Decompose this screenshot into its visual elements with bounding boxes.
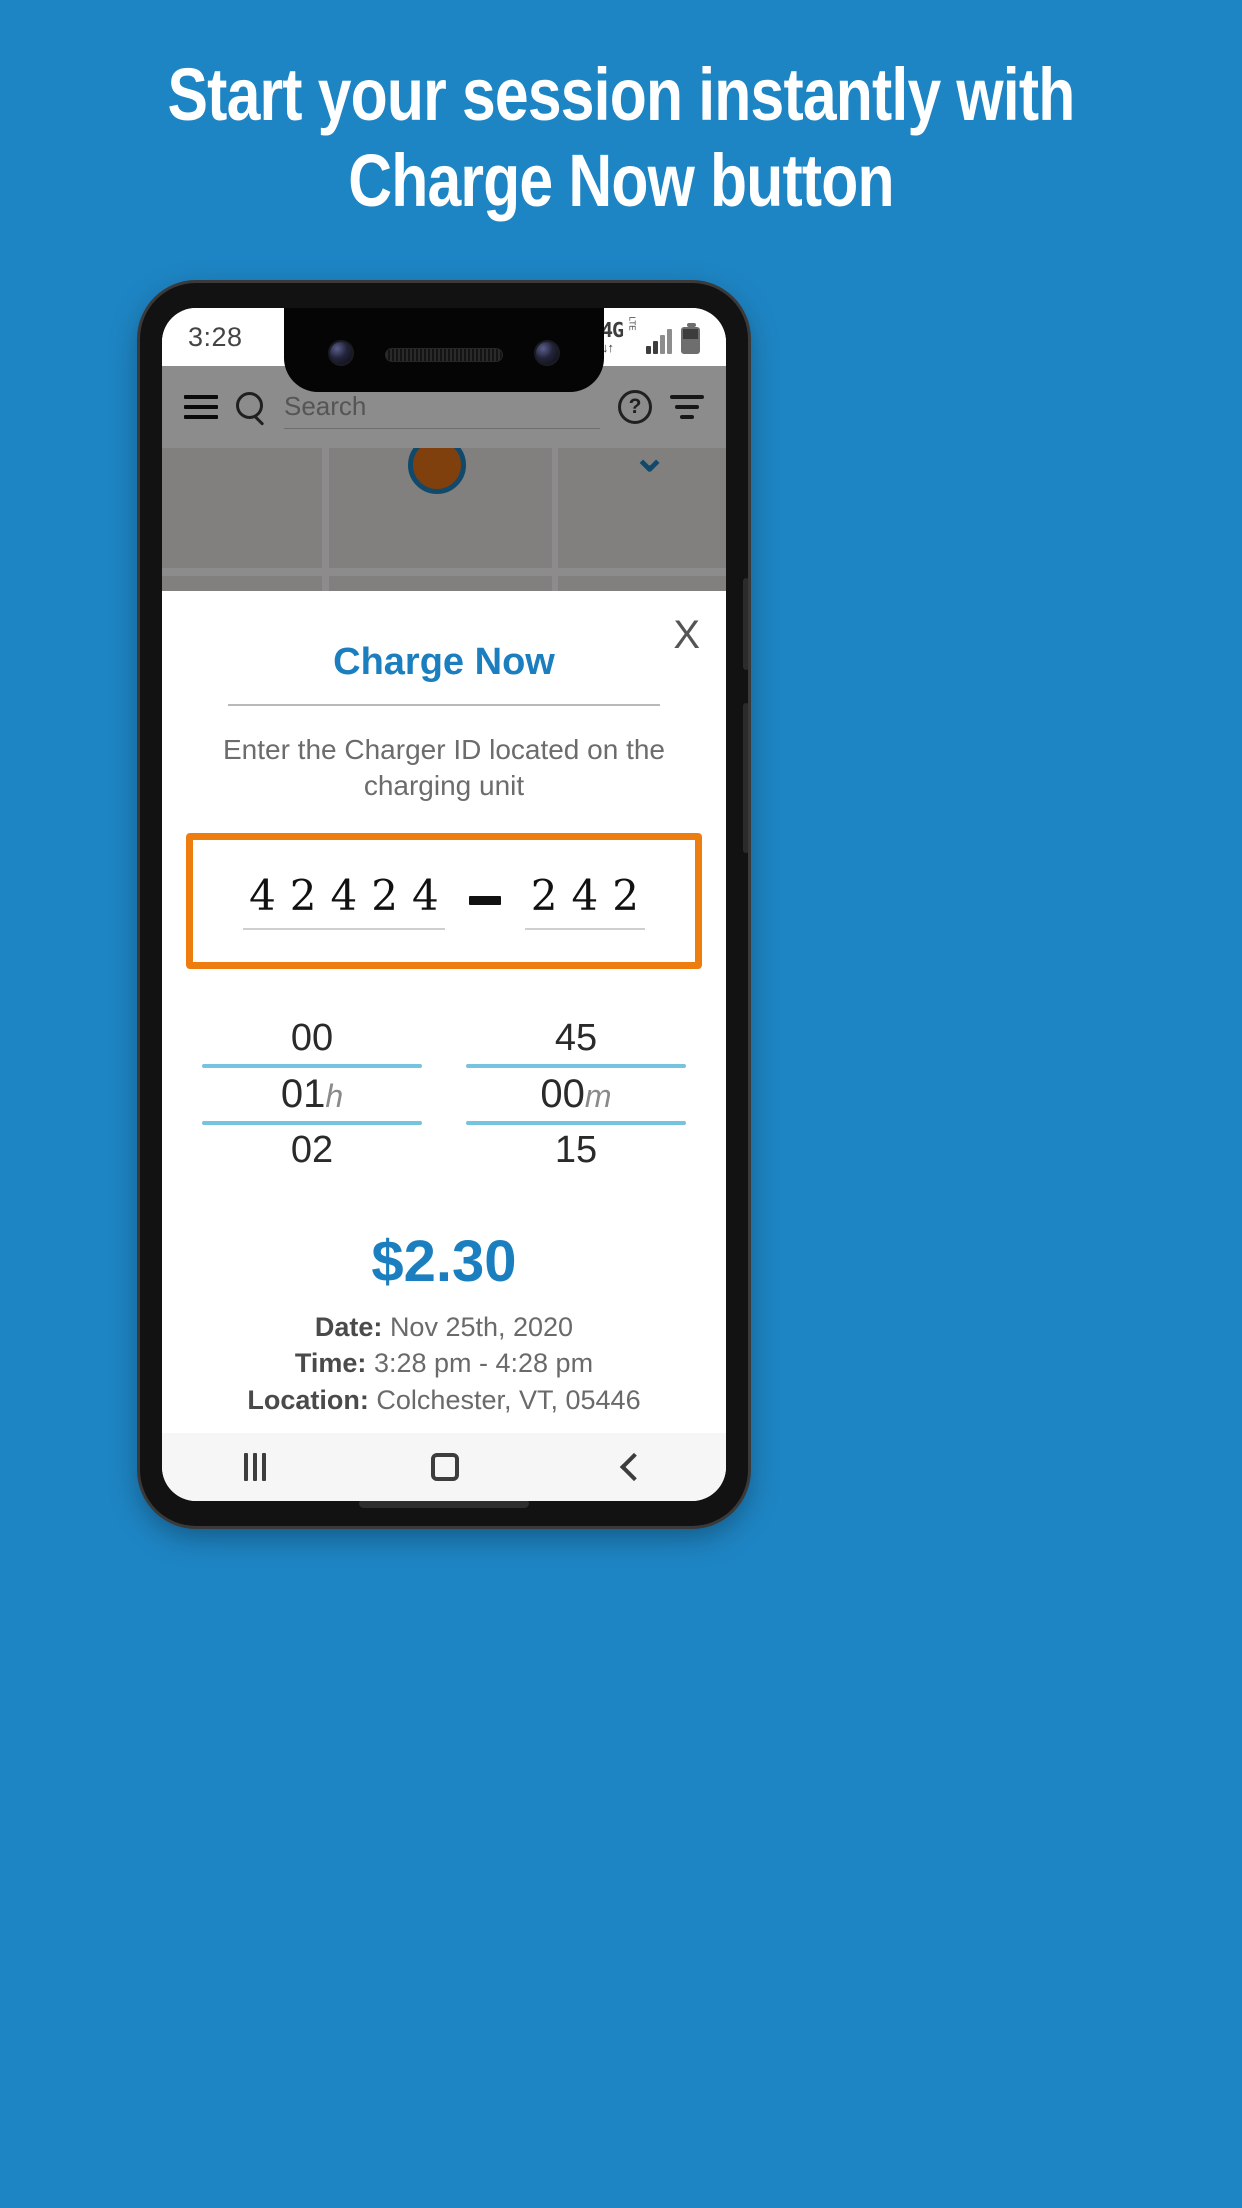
hours-unit: h	[325, 1077, 344, 1114]
detail-location-label: Location:	[247, 1384, 369, 1415]
home-icon[interactable]	[430, 1453, 459, 1481]
session-details: Date: Nov 25th, 2020 Time: 3:28 pm - 4:2…	[162, 1309, 726, 1418]
dialog-instruction: Enter the Charger ID located on the char…	[222, 734, 666, 802]
headline-line-1: Start your session instantly with	[167, 53, 1076, 136]
earpiece-speaker	[385, 348, 503, 362]
promo-headline: Start your session instantly with Charge…	[112, 52, 1130, 224]
app-screen: Search ? ⌄ Ec B Lo ar P Nav State P	[162, 366, 726, 1433]
charge-now-dialog: X Charge Now Enter the Charger ID locate…	[162, 591, 726, 1433]
detail-time: Time: 3:28 pm - 4:28 pm	[162, 1345, 726, 1381]
hours-wheel[interactable]: 00 01h 02	[202, 1013, 422, 1176]
charger-id-digit: 2	[612, 871, 639, 921]
status-clock: 3:28	[188, 321, 243, 352]
headline-line-2: Charge Now button	[348, 139, 894, 222]
charger-id-digit: 2	[530, 871, 558, 921]
minutes-selected: 00m	[466, 1068, 686, 1121]
phone-notch	[284, 308, 604, 392]
charger-id-digit: 4	[412, 871, 439, 921]
status-icons: 4G LTE ↓↑	[601, 316, 710, 355]
detail-date: Date: Nov 25th, 2020	[162, 1309, 726, 1345]
front-camera-icon	[328, 340, 354, 366]
hours-selected: 01h	[202, 1068, 422, 1121]
phone-volume-button[interactable]	[743, 703, 748, 853]
minutes-previous[interactable]: 45	[466, 1013, 686, 1064]
minutes-unit: m	[584, 1077, 612, 1114]
charger-id-separator	[468, 896, 501, 906]
hours-next[interactable]: 02	[202, 1125, 422, 1176]
network-sub-label: LTE	[627, 316, 637, 331]
charger-id-segment-1[interactable]: 4 2 4 2 4	[243, 871, 445, 931]
android-nav-bar	[162, 1433, 726, 1501]
charger-id-digit: 4	[330, 871, 358, 921]
detail-date-value: Nov 25th, 2020	[389, 1311, 574, 1342]
detail-time-value: 3:28 pm - 4:28 pm	[373, 1348, 594, 1379]
charger-id-segment-2[interactable]: 2 4 2	[524, 871, 645, 931]
minutes-value: 00	[540, 1071, 585, 1116]
signal-bars-icon	[646, 328, 672, 354]
hours-previous[interactable]: 00	[202, 1013, 422, 1064]
hours-value: 01	[280, 1071, 326, 1116]
detail-location-value: Colchester, VT, 05446	[376, 1384, 641, 1415]
minutes-wheel[interactable]: 45 00m 15	[466, 1013, 686, 1176]
battery-icon	[681, 323, 700, 354]
dialog-header: X Charge Now	[162, 607, 726, 706]
minutes-next[interactable]: 15	[466, 1125, 686, 1176]
charger-id-digit: 2	[289, 871, 317, 921]
title-divider	[228, 704, 660, 706]
phone-power-button[interactable]	[743, 578, 748, 670]
detail-time-label: Time:	[294, 1348, 367, 1379]
charger-id-input[interactable]: 4 2 4 2 4 2 4 2	[186, 832, 702, 969]
charger-id-digit: 4	[249, 871, 276, 921]
detail-date-label: Date:	[314, 1311, 383, 1342]
total-price: $2.30	[371, 1228, 517, 1294]
close-icon[interactable]: X	[673, 615, 700, 655]
dialog-title: Charge Now	[333, 641, 555, 683]
phone-mockup: 3:28 4G LTE ↓↑ Search ? ⌄ X Charge Now E…	[140, 283, 748, 1526]
charger-id-digit: 4	[571, 871, 599, 921]
network-label: 4G	[601, 318, 624, 342]
duration-picker: 00 01h 02 45 00m 15	[162, 1013, 726, 1176]
phone-screen: 3:28 4G LTE ↓↑ Search ? ⌄ X Charge Now E…	[162, 308, 726, 1501]
network-4g-lte-icon: 4G LTE ↓↑	[601, 316, 637, 355]
recents-icon[interactable]	[244, 1453, 267, 1481]
charger-id-digit: 2	[371, 871, 398, 921]
back-icon[interactable]	[619, 1452, 648, 1482]
front-camera-secondary-icon	[534, 340, 560, 366]
detail-location: Location: Colchester, VT, 05446	[162, 1382, 726, 1418]
